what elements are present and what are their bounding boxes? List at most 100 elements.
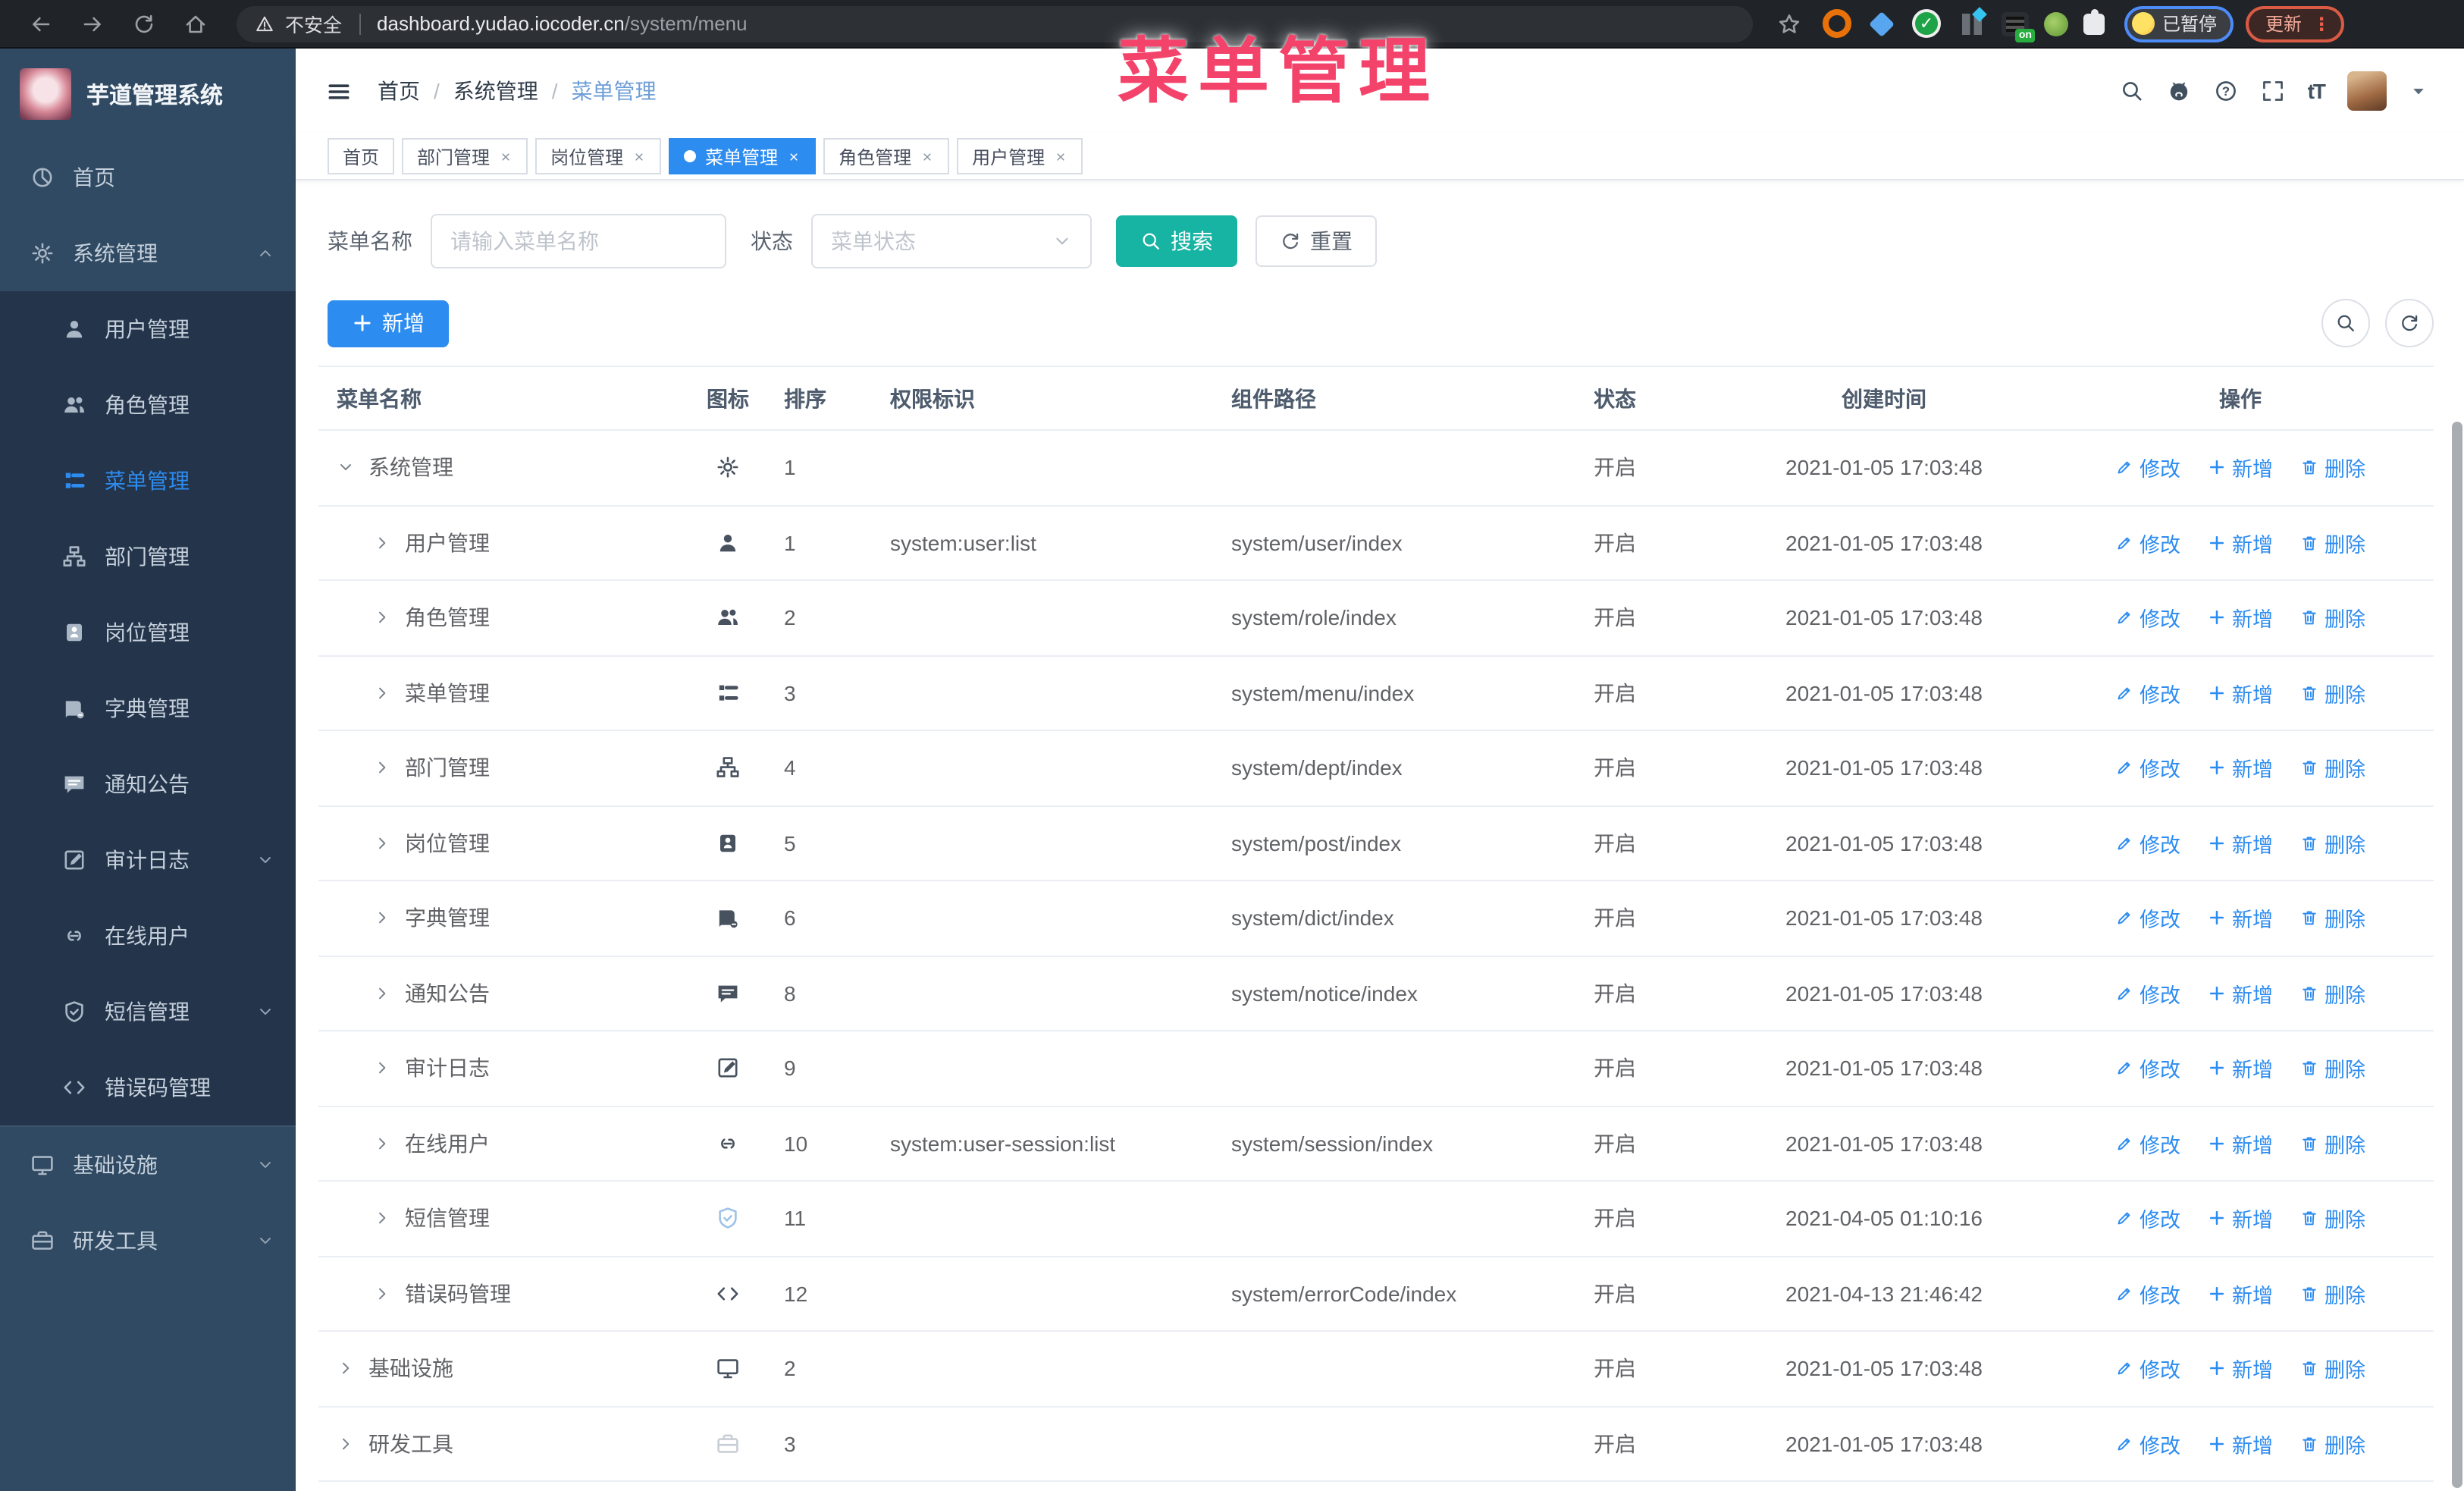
delete-action[interactable]: 删除 — [2300, 978, 2365, 1009]
add-action[interactable]: 新增 — [2208, 1429, 2273, 1459]
sidebar-item-通知公告[interactable]: 通知公告 — [0, 746, 296, 822]
delete-action[interactable]: 删除 — [2300, 903, 2365, 934]
github-icon[interactable] — [2167, 79, 2191, 103]
add-action[interactable]: 新增 — [2208, 828, 2273, 859]
browser-update-button[interactable]: 更新 ⋮ — [2246, 5, 2345, 42]
sidebar-item-角色管理[interactable]: 角色管理 — [0, 367, 296, 443]
add-action[interactable]: 新增 — [2208, 603, 2273, 633]
browser-home-icon[interactable] — [183, 11, 208, 36]
add-action[interactable]: 新增 — [2208, 1279, 2273, 1309]
add-action[interactable]: 新增 — [2208, 903, 2273, 934]
expand--icon[interactable] — [373, 684, 391, 702]
delete-action[interactable]: 删除 — [2300, 453, 2365, 483]
edit-action[interactable]: 修改 — [2115, 828, 2180, 859]
tab-首页[interactable]: 首页 — [328, 138, 395, 174]
tab-用户管理[interactable]: 用户管理 — [957, 138, 1083, 174]
add-action[interactable]: 新增 — [2208, 1354, 2273, 1384]
avatar-caret-icon[interactable] — [2409, 79, 2428, 103]
fullscreen-icon[interactable] — [2261, 79, 2285, 103]
toggle-search-button[interactable] — [2321, 299, 2370, 347]
edit-action[interactable]: 修改 — [2115, 603, 2180, 633]
browser-back-icon[interactable] — [29, 11, 53, 36]
extension-orange-icon[interactable] — [1823, 9, 1851, 38]
close-icon[interactable] — [920, 149, 934, 163]
edit-action[interactable]: 修改 — [2115, 1053, 2180, 1084]
add-button[interactable]: 新增 — [328, 300, 449, 347]
add-action[interactable]: 新增 — [2208, 1128, 2273, 1159]
edit-action[interactable]: 修改 — [2115, 528, 2180, 558]
sidebar-item-用户管理[interactable]: 用户管理 — [0, 291, 296, 367]
edit-action[interactable]: 修改 — [2115, 1204, 2180, 1234]
extension-check-icon[interactable]: ✓ — [1912, 9, 1941, 38]
delete-action[interactable]: 删除 — [2300, 603, 2365, 633]
edit-action[interactable]: 修改 — [2115, 753, 2180, 783]
expand--icon[interactable] — [337, 1360, 355, 1378]
edit-action[interactable]: 修改 — [2115, 978, 2180, 1009]
expand--icon[interactable] — [373, 834, 391, 852]
browser-forward-icon[interactable] — [80, 11, 105, 36]
delete-action[interactable]: 删除 — [2300, 1204, 2365, 1234]
edit-action[interactable]: 修改 — [2115, 903, 2180, 934]
add-action[interactable]: 新增 — [2208, 1204, 2273, 1234]
delete-action[interactable]: 删除 — [2300, 753, 2365, 783]
avatar[interactable] — [2347, 71, 2387, 111]
tab-部门管理[interactable]: 部门管理 — [402, 138, 528, 174]
refresh-table-button[interactable] — [2385, 299, 2434, 347]
expand-collapse-icon[interactable] — [337, 459, 355, 477]
search-button[interactable]: 搜索 — [1116, 215, 1237, 267]
tab-角色管理[interactable]: 角色管理 — [823, 138, 950, 174]
expand--icon[interactable] — [373, 1135, 391, 1153]
delete-action[interactable]: 删除 — [2300, 678, 2365, 708]
expand--icon[interactable] — [373, 1210, 391, 1228]
expand--icon[interactable] — [373, 984, 391, 1003]
menu-name-input[interactable]: 请输入菜单名称 — [431, 214, 726, 268]
delete-action[interactable]: 删除 — [2300, 1053, 2365, 1084]
sidebar-item-首页[interactable]: 首页 — [0, 140, 296, 215]
extension-switch-icon[interactable]: on — [2002, 11, 2035, 42]
sidebar-item-错误码管理[interactable]: 错误码管理 — [0, 1050, 296, 1125]
expand--icon[interactable] — [373, 909, 391, 928]
close-icon[interactable] — [499, 149, 513, 163]
edit-action[interactable]: 修改 — [2115, 1429, 2180, 1459]
sidebar-item-字典管理[interactable]: 字典管理 — [0, 670, 296, 746]
delete-action[interactable]: 删除 — [2300, 1354, 2365, 1384]
add-action[interactable]: 新增 — [2208, 678, 2273, 708]
breadcrumb-item[interactable]: 首页 — [378, 76, 420, 106]
add-action[interactable]: 新增 — [2208, 753, 2273, 783]
extension-gem-icon[interactable] — [1867, 8, 1897, 39]
add-action[interactable]: 新增 — [2208, 528, 2273, 558]
edit-action[interactable]: 修改 — [2115, 678, 2180, 708]
edit-action[interactable]: 修改 — [2115, 1354, 2180, 1384]
close-icon[interactable] — [787, 149, 801, 163]
expand--icon[interactable] — [337, 1435, 355, 1453]
expand--icon[interactable] — [373, 534, 391, 552]
delete-action[interactable]: 删除 — [2300, 528, 2365, 558]
close-icon[interactable] — [632, 149, 646, 163]
sidebar-item-在线用户[interactable]: 在线用户 — [0, 898, 296, 974]
add-action[interactable]: 新增 — [2208, 453, 2273, 483]
add-action[interactable]: 新增 — [2208, 1053, 2273, 1084]
extension-monkey-icon[interactable] — [2044, 11, 2068, 36]
sidebar-item-系统管理[interactable]: 系统管理 — [0, 215, 296, 291]
delete-action[interactable]: 删除 — [2300, 828, 2365, 859]
collapse-sidebar-icon[interactable] — [326, 78, 352, 104]
bookmark-star-icon[interactable] — [1777, 11, 1801, 36]
delete-action[interactable]: 删除 — [2300, 1279, 2365, 1309]
profile-paused-badge[interactable]: 已暂停 — [2124, 5, 2234, 42]
search-icon[interactable] — [2120, 79, 2144, 103]
edit-action[interactable]: 修改 — [2115, 1279, 2180, 1309]
edit-action[interactable]: 修改 — [2115, 1128, 2180, 1159]
tab-菜单管理[interactable]: 菜单管理 — [669, 138, 817, 174]
sidebar-item-菜单管理[interactable]: 菜单管理 — [0, 443, 296, 519]
browser-reload-icon[interactable] — [132, 11, 156, 36]
reset-button[interactable]: 重置 — [1256, 215, 1377, 267]
close-icon[interactable] — [1054, 149, 1067, 163]
delete-action[interactable]: 删除 — [2300, 1128, 2365, 1159]
tab-岗位管理[interactable]: 岗位管理 — [535, 138, 662, 174]
status-select[interactable]: 菜单状态 — [811, 214, 1092, 268]
sidebar-item-部门管理[interactable]: 部门管理 — [0, 519, 296, 595]
breadcrumb-item[interactable]: 系统管理 — [453, 76, 538, 106]
expand--icon[interactable] — [373, 759, 391, 777]
edit-action[interactable]: 修改 — [2115, 453, 2180, 483]
sidebar-item-短信管理[interactable]: 短信管理 — [0, 974, 296, 1050]
